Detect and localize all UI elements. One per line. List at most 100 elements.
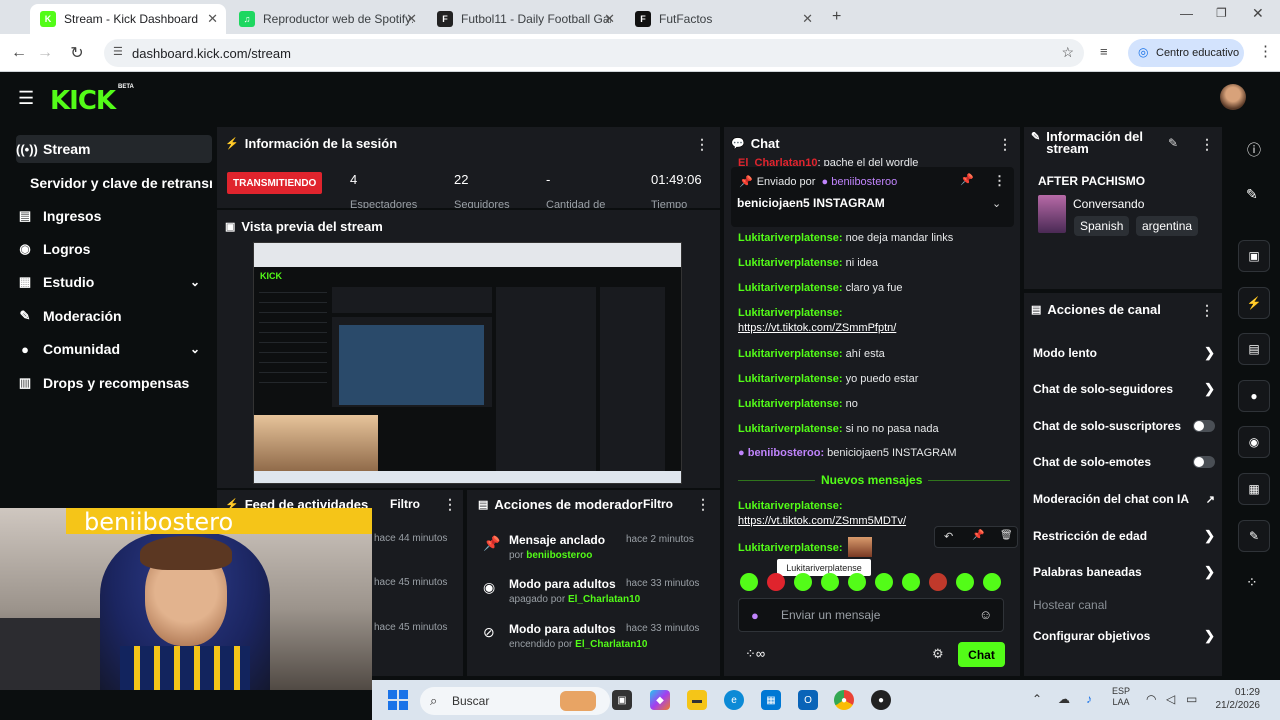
bookmark-star-icon[interactable]: ☆ (1061, 44, 1074, 61)
channel-action-item[interactable]: Chat de solo-suscriptores (1033, 419, 1215, 433)
pinned-message[interactable]: 📌 Enviado por ● beniibosteroo beniciojaen… (731, 167, 1014, 227)
sidebar-item[interactable]: ● Comunidad ⌄ (16, 335, 212, 363)
language-indicator[interactable]: ESP LAA (1112, 686, 1130, 708)
chat-username[interactable]: Lukitariverplatense: (738, 373, 843, 385)
emote-icon[interactable] (794, 573, 812, 591)
mod-action-user[interactable]: beniibosteroo (526, 550, 592, 561)
mod-menu-icon[interactable]: ⋮ (696, 496, 710, 513)
emote-icon[interactable] (929, 573, 947, 591)
outlook-icon[interactable]: O (798, 690, 818, 710)
mod-action-user[interactable]: El_Charlatan10 (575, 639, 647, 650)
close-window-button[interactable]: ✕ (1252, 5, 1264, 22)
chat-username[interactable]: Lukitariverplatense: (738, 398, 843, 410)
document-icon[interactable]: ▤ (1238, 333, 1270, 365)
chevron-down-icon[interactable]: ⌄ (190, 275, 200, 289)
session-menu-icon[interactable]: ⋮ (695, 136, 709, 153)
emote-icon[interactable] (848, 573, 866, 591)
channel-action-item[interactable]: Chat de solo-seguidores ❯ (1033, 381, 1215, 396)
toggle-switch[interactable] (1193, 420, 1215, 432)
wifi-icon[interactable]: ◠ (1146, 692, 1156, 706)
tray-chevron-icon[interactable]: ⌃ (1032, 692, 1042, 706)
browser-tab[interactable]: F FutFactos ✕ (625, 4, 821, 34)
mod-action-user[interactable]: El_Charlatan10 (568, 594, 640, 605)
close-tab-icon[interactable]: ✕ (604, 11, 615, 27)
pin-message-icon[interactable]: 📌 (972, 530, 984, 541)
maximize-button[interactable]: ❐ (1216, 6, 1227, 20)
category-name[interactable]: Conversando (1073, 197, 1144, 211)
sidebar-item[interactable]: ▦ Estudio ⌄ (16, 268, 212, 296)
cloud-icon[interactable]: ☁ (1058, 692, 1070, 706)
file-explorer-icon[interactable]: ▬ (687, 690, 707, 710)
pencil-icon[interactable]: ✎ (1246, 186, 1258, 203)
emote-icon[interactable] (767, 573, 785, 591)
chrome-icon[interactable]: ● (834, 690, 854, 710)
windows-start-icon[interactable] (388, 690, 408, 710)
channel-action-item[interactable]: Modo lento ❯ (1033, 345, 1215, 360)
chat-link[interactable]: https://vt.tiktok.com/ZSmmPfptn/ (738, 322, 896, 334)
chat-settings-icon[interactable]: ⚙ (932, 646, 944, 662)
chat-username[interactable]: Lukitariverplatense: (738, 542, 843, 554)
chat-username[interactable]: Lukitariverplatense: (738, 348, 843, 360)
stream-info-menu-icon[interactable]: ⋮ (1200, 136, 1214, 153)
chevron-down-icon[interactable]: ⌄ (190, 342, 200, 356)
browser-tab[interactable]: K Stream - Kick Dashboard ✕ (30, 4, 226, 34)
user-avatar[interactable] (1220, 84, 1246, 110)
channel-action-item[interactable]: Configurar objetivos ❯ (1033, 628, 1215, 643)
close-tab-icon[interactable]: ✕ (207, 11, 218, 27)
taskbar-search[interactable]: ⌕ Buscar (420, 687, 610, 715)
profile-button[interactable]: ◎ Centro educativo (1128, 39, 1244, 67)
broadcast-icon[interactable]: ◉ (1238, 426, 1270, 458)
sidebar-item[interactable]: ◉ Logros (16, 235, 212, 263)
stream-tag[interactable]: Spanish (1074, 216, 1130, 236)
volume-icon[interactable]: ◁ (1166, 692, 1175, 706)
stream-preview-video[interactable]: KICK (253, 242, 682, 484)
kick-logo[interactable]: KICK (50, 86, 116, 116)
browser-tab[interactable]: F Futbol11 - Daily Football Game ✕ (427, 4, 623, 34)
unpin-icon[interactable]: 📌 (960, 173, 974, 186)
chevron-down-icon[interactable]: ⌄ (992, 197, 1001, 210)
clock[interactable]: 01:29 21/2/2026 (1208, 686, 1261, 712)
screen-capture-icon[interactable]: ▣ (1238, 240, 1270, 272)
lightning-icon[interactable]: ⚡ (1238, 287, 1270, 319)
copilot-icon[interactable]: ◆ (650, 690, 670, 710)
channel-action-item[interactable]: Chat de solo-emotes (1033, 455, 1215, 469)
battery-icon[interactable]: ▭ (1186, 692, 1197, 706)
chat-username[interactable]: Lukitariverplatense: (738, 423, 843, 435)
sidebar-item[interactable]: ((•)) Stream (16, 135, 212, 163)
more-tools-icon[interactable]: ⁘ (1246, 574, 1258, 591)
edge-icon[interactable]: e (724, 690, 744, 710)
toggle-switch[interactable] (1193, 456, 1215, 468)
emote-icon[interactable] (902, 573, 920, 591)
sidebar-item[interactable]: ▤ Ingresos (16, 202, 212, 230)
channel-action-item[interactable]: Restricción de edad ❯ (1033, 528, 1215, 543)
chat-username[interactable]: Lukitariverplatense: (738, 232, 843, 244)
reload-icon[interactable]: ↻ (66, 42, 88, 64)
chat-username[interactable]: Lukitariverplatense: (738, 500, 843, 512)
chat-bubble-icon[interactable]: ● (1238, 380, 1270, 412)
channel-action-item[interactable]: Palabras baneadas ❯ (1033, 564, 1215, 579)
new-tab-button[interactable]: + (832, 8, 841, 26)
edit-pencil-icon[interactable]: ✎ (1168, 136, 1178, 150)
url-field[interactable]: ☰ dashboard.kick.com/stream ☆ (104, 39, 1084, 67)
channel-action-item[interactable]: Moderación del chat con IA ↗ (1033, 492, 1215, 506)
chat-username[interactable]: Lukitariverplatense: (738, 282, 843, 294)
feed-menu-icon[interactable]: ⋮ (443, 496, 457, 513)
emote-icon[interactable] (983, 573, 1001, 591)
emote-icon[interactable] (875, 573, 893, 591)
sidebar-item[interactable]: ▥ Drops y recompensas (16, 369, 212, 397)
emote-icon[interactable] (956, 573, 974, 591)
layout-icon[interactable]: ▦ (1238, 473, 1270, 505)
delete-icon[interactable]: 🗑 (1000, 530, 1013, 541)
send-chat-button[interactable]: Chat (958, 642, 1005, 667)
minimize-button[interactable]: — (1180, 6, 1193, 21)
stream-tag[interactable]: argentina (1136, 216, 1199, 236)
category-thumbnail[interactable] (1038, 195, 1066, 233)
sidebar-item[interactable]: Servidor y clave de retransm (16, 169, 212, 197)
close-tab-icon[interactable]: ✕ (802, 11, 813, 27)
browser-tab[interactable]: ♫ Reproductor web de Spotify: m ✕ (229, 4, 425, 34)
chat-username[interactable]: El_Charlatan10 (738, 157, 817, 166)
channel-actions-menu-icon[interactable]: ⋮ (1200, 302, 1214, 319)
mic-icon[interactable]: ♪ (1086, 692, 1092, 706)
back-icon[interactable]: ← (8, 42, 30, 64)
browser-menu-icon[interactable]: ⋮ (1258, 42, 1273, 60)
